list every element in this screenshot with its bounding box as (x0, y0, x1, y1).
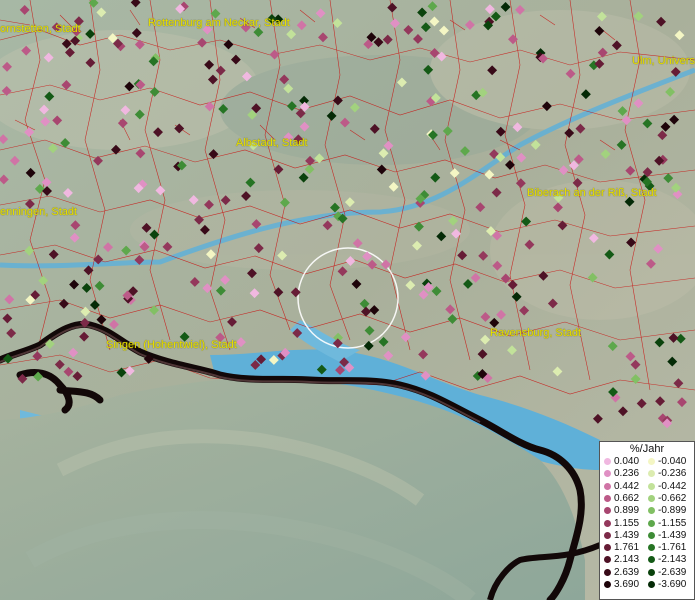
legend-value: 1.761 (614, 542, 640, 554)
legend-swatch (604, 556, 611, 564)
city-label-villingen: enningen, Stadt (0, 206, 78, 218)
legend-swatch (604, 544, 611, 552)
city-label-albstadt: Albstadt, Stadt (236, 137, 308, 149)
legend-swatch (648, 519, 655, 527)
legend-value: -0.236 (658, 468, 687, 480)
legend-swatch (604, 482, 611, 490)
legend-value: 0.040 (614, 456, 640, 467)
legend-swatch (648, 581, 655, 588)
legend-swatch (648, 568, 655, 576)
legend-value: -0.040 (658, 456, 687, 467)
legend-value: -1.439 (658, 529, 687, 541)
legend-swatch (604, 531, 611, 539)
legend-value: 0.899 (614, 505, 640, 517)
legend-value: -0.899 (658, 505, 687, 517)
legend-value: -3.690 (658, 579, 687, 590)
city-label-ulm: Ulm, Universi (632, 55, 695, 67)
legend-value: 0.662 (614, 492, 640, 504)
city-label-singen: Singen (Hohentwiel), Stadt (106, 339, 237, 351)
legend-swatch (604, 507, 611, 515)
legend-value: 3.690 (614, 579, 640, 590)
legend-value: 0.442 (614, 480, 640, 492)
legend-value: 1.155 (614, 517, 640, 529)
city-label-rottenburg: Rottenburg am Neckar, Stadt (148, 17, 290, 29)
legend-value: -1.761 (658, 542, 687, 554)
legend-swatch (604, 458, 611, 465)
map-canvas[interactable] (0, 0, 695, 600)
legend-swatch (648, 544, 655, 552)
city-label-bannstetten: ornstetten, Stadt (0, 23, 81, 35)
legend-value: 2.143 (614, 554, 640, 566)
legend-swatch (648, 482, 655, 490)
legend-value: -1.155 (658, 517, 687, 529)
legend-swatch (648, 458, 655, 465)
legend-value: -2.639 (658, 566, 687, 578)
legend-swatch (648, 494, 655, 502)
legend-swatch (604, 494, 611, 502)
legend-swatch (604, 581, 611, 588)
legend-swatch (604, 470, 611, 478)
legend-value: -0.662 (658, 492, 687, 504)
legend-swatch (648, 507, 655, 515)
legend-panel: %/Jahr 0.040 -0.040 0.236 -0.236 0.442 -0.442… (599, 441, 695, 600)
legend-swatch (604, 568, 611, 576)
legend-value: -0.442 (658, 480, 687, 492)
legend-swatch (648, 470, 655, 478)
legend-title: %/Jahr (629, 443, 665, 455)
city-label-ravensburg: Ravensburg, Stadt (490, 327, 582, 339)
legend-swatch (648, 531, 655, 539)
legend-value: 0.236 (614, 468, 640, 480)
legend-value: 1.439 (614, 529, 640, 541)
legend-value: 2.639 (614, 566, 640, 578)
legend-swatch (648, 556, 655, 564)
legend-swatch (604, 519, 611, 527)
legend-value: -2.143 (658, 554, 687, 566)
city-label-biberach: Biberach an der Riß, Stadt (527, 187, 657, 199)
